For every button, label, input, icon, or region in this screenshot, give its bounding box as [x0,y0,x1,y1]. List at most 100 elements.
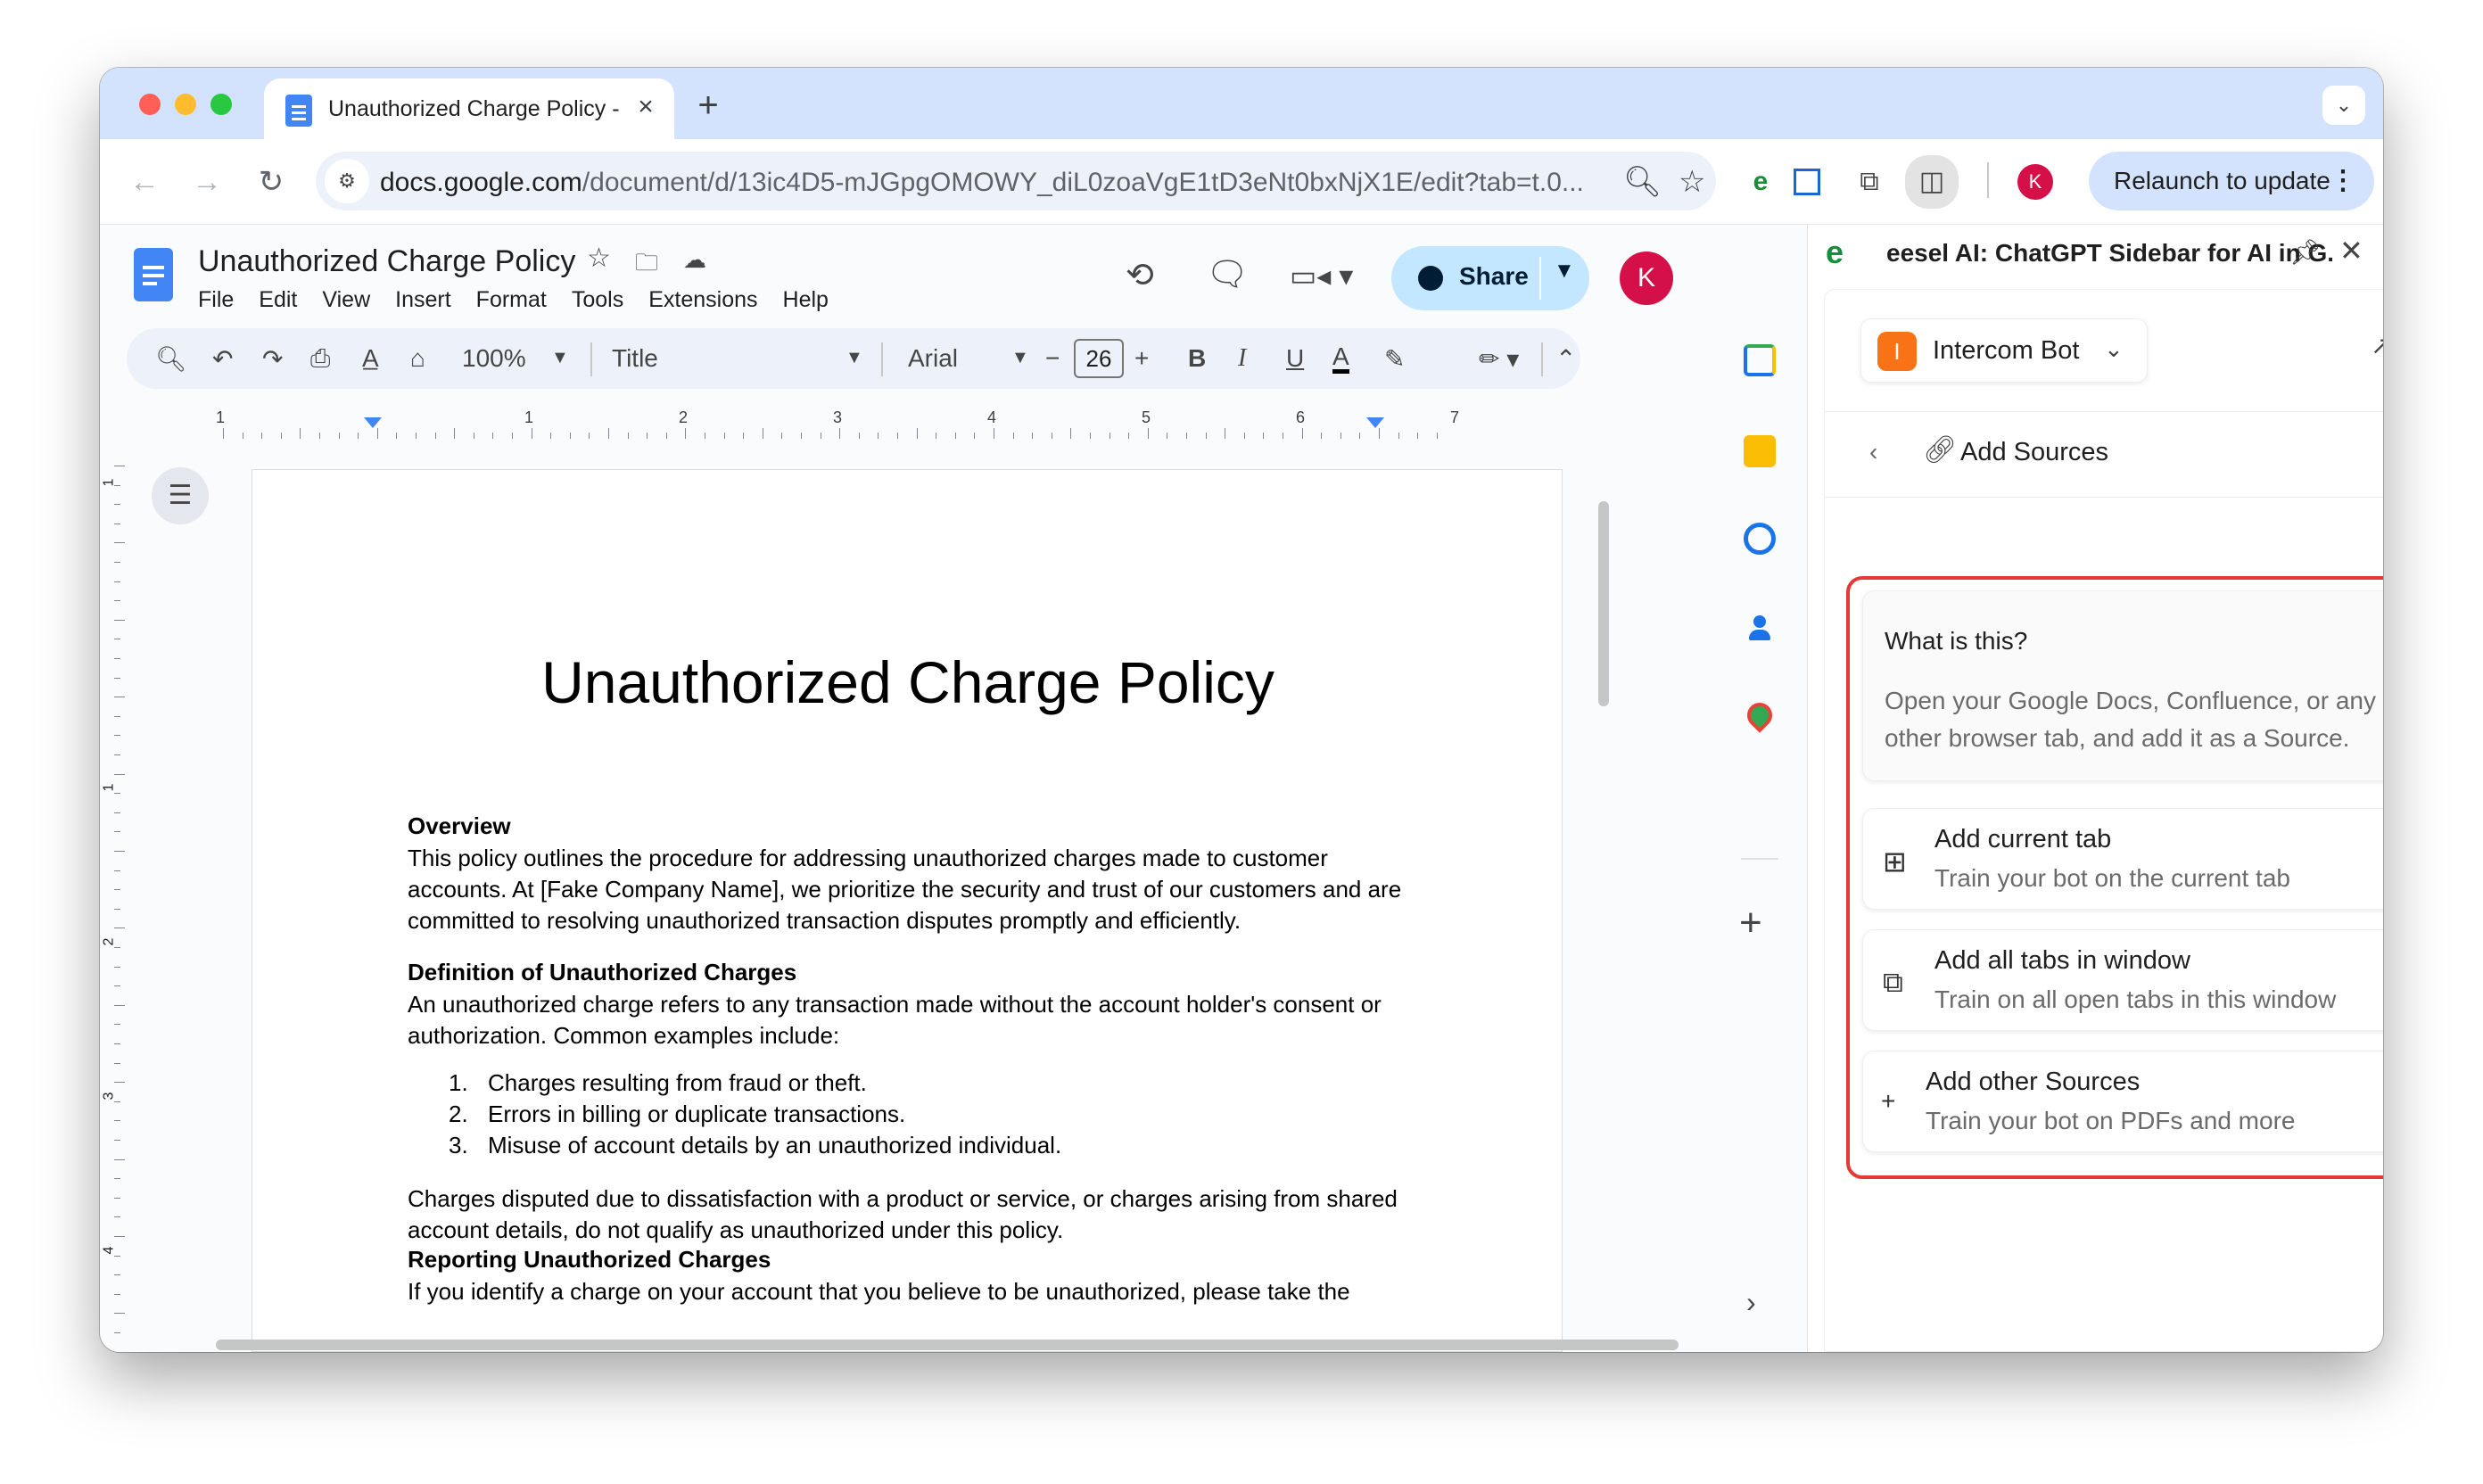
maps-icon[interactable] [1742,697,1778,733]
list-text: Misuse of account details by an unauthor… [488,1132,1062,1158]
account-avatar[interactable]: K [1620,251,1673,305]
site-info-icon[interactable]: ⚙ [325,159,369,203]
tab-title: Unauthorized Charge Policy - [328,96,620,121]
ruler-tick [781,433,783,439]
increase-font-size-icon[interactable]: + [1134,344,1149,373]
menu-file[interactable]: File [198,287,234,317]
section-heading: Reporting Unauthorized Charges [408,1246,771,1273]
tab-search-chevron-icon[interactable]: ⌄ [2322,86,2365,125]
font-select[interactable]: Arial [908,344,958,373]
ruler-tick [1301,428,1303,439]
bookmark-star-icon[interactable]: ☆ [1679,164,1705,200]
ruler-number: 5 [1142,408,1151,426]
redo-icon[interactable]: ↷ [262,344,283,374]
menu-format[interactable]: Format [476,287,547,317]
cloud-status-icon[interactable]: ☁ [683,246,706,274]
comments-icon[interactable]: 🗨 [1206,255,1249,294]
calendar-icon[interactable] [1744,344,1776,376]
ruler-tick [114,793,120,795]
show-side-panel-chevron-icon[interactable]: › [1746,1286,1756,1319]
menu-insert[interactable]: Insert [395,287,451,317]
zoom-window-button[interactable] [210,94,232,115]
right-indent-marker[interactable] [1366,417,1384,428]
left-indent-marker[interactable] [364,417,382,428]
get-add-ons-icon[interactable]: + [1739,901,1762,945]
menu-view[interactable]: View [322,287,370,317]
eesel-extension-icon[interactable]: e [1737,159,1784,205]
font-size-input[interactable]: 26 [1074,339,1124,378]
list-number: 2. [449,1101,468,1127]
style-chevron-icon[interactable]: ▼ [846,348,863,368]
share-dropdown-icon[interactable]: ▼ [1554,259,1575,284]
print-icon[interactable]: ⎙ [310,344,330,374]
ruler-number: 3 [101,1092,117,1101]
share-button[interactable]: Share ▼ [1391,246,1589,310]
bold-icon[interactable]: B [1188,344,1206,373]
document-page[interactable]: Unauthorized Charge Policy Overview This… [252,469,1563,1352]
open-external-arrow-icon[interactable]: ↗ [2371,331,2383,360]
close-tab-icon[interactable]: × [630,91,662,123]
decrease-font-size-icon[interactable]: − [1045,344,1060,373]
italic-icon[interactable]: I [1238,344,1246,373]
document-outline-icon[interactable]: ☰ [152,467,209,524]
tab-docs[interactable]: Unauthorized Charge Policy - × [264,78,674,139]
extensions-puzzle-icon[interactable]: ⧉ [1846,159,1893,205]
highlight-color-icon[interactable]: ✎ [1384,344,1405,374]
vertical-ruler: 1 1 2 3 4 [100,466,136,1348]
section-title: Add Sources [1960,438,2109,466]
side-panel-icon[interactable]: ◫ [1905,155,1959,209]
screenshot-extension-icon[interactable] [1784,159,1830,205]
new-tab-button[interactable]: + [690,87,726,125]
ruler-tick [114,908,120,910]
bot-name: Intercom Bot [1933,336,2080,365]
collapse-toolbar-icon[interactable]: ⌃ [1555,344,1576,374]
relaunch-button[interactable]: Relaunch to update ⋮ [2089,152,2374,210]
ruler-tick [114,1101,120,1102]
pin-icon[interactable]: 📌︎ [2289,237,2322,267]
google-docs-logo-icon[interactable] [134,248,173,301]
menu-help[interactable]: Help [783,287,829,317]
undo-icon[interactable]: ↶ [212,344,233,374]
meet-video-icon[interactable]: ▭◂ ▾ [1290,259,1353,293]
vertical-scrollbar[interactable] [1598,501,1609,706]
keep-icon[interactable] [1744,435,1776,467]
spellcheck-icon[interactable]: A̲ [362,344,379,373]
contacts-icon[interactable] [1744,614,1776,646]
back-arrow-icon[interactable]: ← [123,161,166,203]
address-bar[interactable]: ⚙ docs.google.com/document/d/13ic4D5-mJG… [316,152,1716,210]
ruler-tick [512,433,513,439]
menu-tools[interactable]: Tools [572,287,623,317]
paragraph: Charges disputed due to dissatisfaction … [408,1185,1398,1243]
star-icon[interactable]: ☆ [587,243,611,274]
ruler-number: 1 [524,408,534,426]
version-history-icon[interactable]: ⟲ [1126,255,1154,295]
move-folder-icon[interactable]: 🗀 [635,246,658,285]
editing-mode-icon[interactable]: ✏ ▾ [1479,344,1519,374]
font-chevron-icon[interactable]: ▼ [1011,348,1029,368]
menu-edit[interactable]: Edit [259,287,297,317]
close-panel-icon[interactable]: ✕ [2339,234,2363,268]
zoom-magnifier-icon[interactable]: 🔍︎ [1623,164,1662,200]
horizontal-scrollbar[interactable] [216,1340,1679,1350]
profile-avatar[interactable]: K [2017,164,2053,200]
url-text[interactable]: docs.google.com/document/d/13ic4D5-mJGpg… [380,168,1602,198]
text-color-icon[interactable]: A [1332,344,1349,374]
zoom-select[interactable]: 100% [462,344,526,373]
tasks-icon[interactable] [1744,523,1776,555]
underline-icon[interactable]: U [1286,344,1304,373]
zoom-chevron-icon[interactable]: ▼ [551,348,569,368]
minimize-window-button[interactable] [175,94,196,115]
bot-selector[interactable]: I Intercom Bot ⌄ [1860,318,2148,383]
paint-format-icon[interactable]: ⌂ [410,344,425,373]
ruler-tick [858,433,860,439]
menu-extensions[interactable]: Extensions [648,287,757,317]
close-window-button[interactable] [139,94,161,115]
search-menus-icon[interactable]: 🔍︎ [155,344,187,374]
back-chevron-icon[interactable]: ‹ [1869,438,1877,466]
reload-icon[interactable]: ↻ [250,161,293,203]
forward-arrow-icon[interactable]: → [186,161,228,203]
document-title[interactable]: Unauthorized Charge Policy [198,244,575,279]
ruler-tick [1090,433,1091,439]
more-menu-icon[interactable]: ⋮ [2330,152,2356,210]
style-select[interactable]: Title [612,344,658,373]
